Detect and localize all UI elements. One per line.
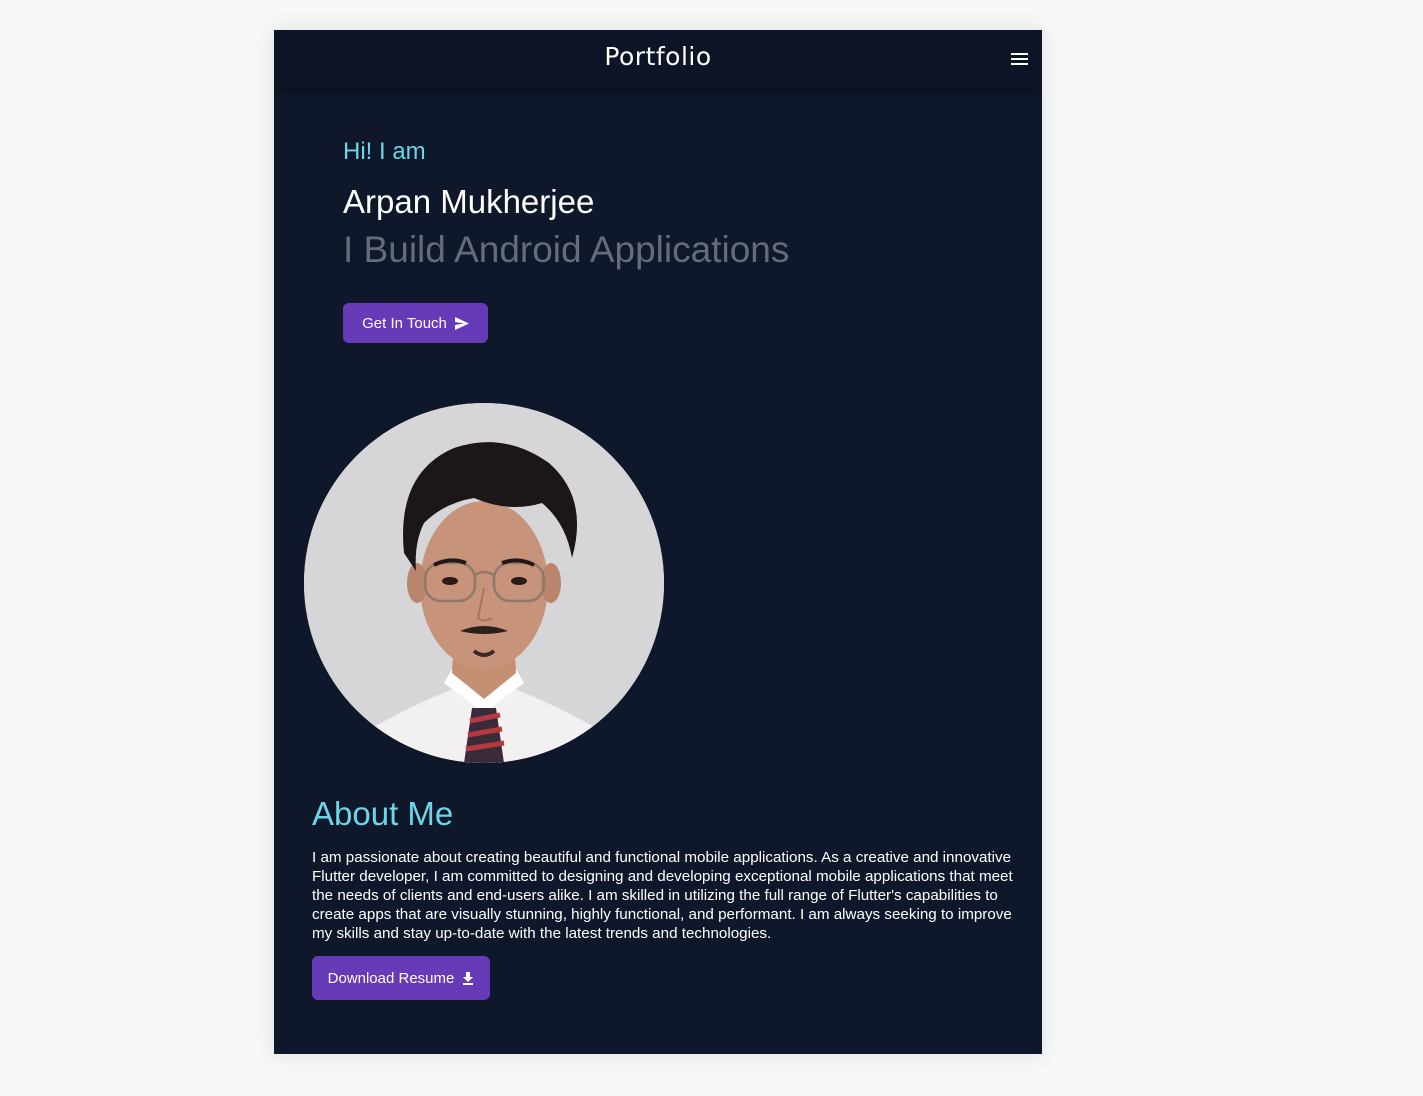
profile-photo <box>304 403 664 763</box>
menu-icon[interactable] <box>1008 47 1032 71</box>
download-resume-button[interactable]: Download Resume <box>312 956 490 1000</box>
get-in-touch-button[interactable]: Get In Touch <box>343 303 488 343</box>
app-frame: Portfolio Hi! I am Arpan Mukherjee I Bui… <box>274 30 1042 1054</box>
about-text: I am passionate about creating beautiful… <box>312 849 1013 942</box>
send-icon <box>454 316 469 330</box>
get-in-touch-label: Get In Touch <box>362 314 447 332</box>
hero-greeting: Hi! I am <box>343 138 426 165</box>
download-icon <box>463 971 474 985</box>
app-bar: Portfolio <box>274 30 1042 88</box>
profile-portrait <box>304 403 664 763</box>
about-title: About Me <box>312 795 454 832</box>
hero-name: Arpan Mukherjee <box>343 183 595 220</box>
brand-title: Portfolio <box>604 42 712 71</box>
hero-tagline: I Build Android Applications <box>343 229 790 270</box>
download-resume-label: Download Resume <box>327 969 455 987</box>
